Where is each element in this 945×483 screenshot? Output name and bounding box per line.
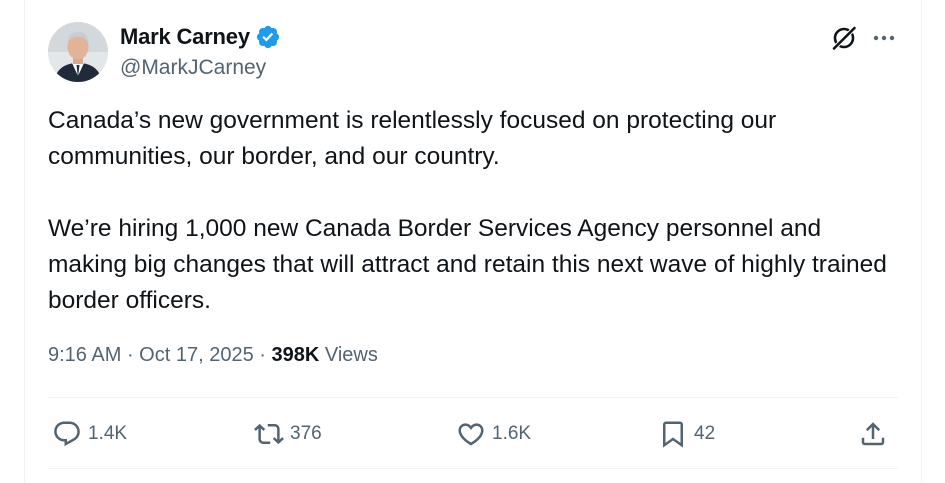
meta-separator: ·: [121, 344, 140, 366]
divider: [48, 397, 898, 398]
views-count: 398K: [271, 344, 320, 366]
divider: [48, 468, 898, 469]
author-name[interactable]: Mark Carney: [120, 24, 250, 50]
verified-badge-icon[interactable]: [255, 24, 281, 50]
repost-button[interactable]: 376: [254, 412, 322, 456]
more-icon[interactable]: [870, 26, 898, 50]
repost-icon: [254, 423, 284, 445]
share-icon: [861, 422, 885, 446]
bookmark-count: 42: [694, 423, 716, 444]
post-meta: 9:16 AM · Oct 17, 2025 · 398K Views: [48, 344, 378, 367]
reply-button[interactable]: 1.4K: [52, 412, 127, 456]
post-date[interactable]: Oct 17, 2025: [139, 344, 254, 366]
reply-icon: [54, 421, 80, 447]
avatar[interactable]: [48, 22, 108, 82]
post-paragraph: Canada’s new government is relentlessly …: [48, 107, 777, 170]
share-button[interactable]: [858, 412, 888, 456]
like-button[interactable]: 1.6K: [456, 412, 531, 456]
post-text: Canada’s new government is relentlessly …: [48, 103, 898, 319]
author-handle[interactable]: @MarkJCarney: [120, 56, 266, 80]
reply-count: 1.4K: [88, 423, 128, 444]
post-time[interactable]: 9:16 AM: [48, 344, 121, 366]
bookmark-button[interactable]: 42: [658, 412, 715, 456]
post-paragraph: We’re hiring 1,000 new Canada Border Ser…: [48, 215, 887, 314]
meta-separator: ·: [253, 344, 272, 366]
like-icon: [458, 423, 484, 446]
grok-icon[interactable]: [830, 24, 858, 52]
like-count: 1.6K: [492, 423, 532, 444]
author-name-row[interactable]: Mark Carney: [120, 24, 281, 50]
avatar-photo: [48, 22, 108, 82]
bookmark-icon: [663, 421, 683, 448]
action-bar: 1.4K 376 1.6K 42: [48, 412, 898, 456]
views-label: Views: [324, 344, 378, 366]
repost-count: 376: [290, 423, 322, 444]
